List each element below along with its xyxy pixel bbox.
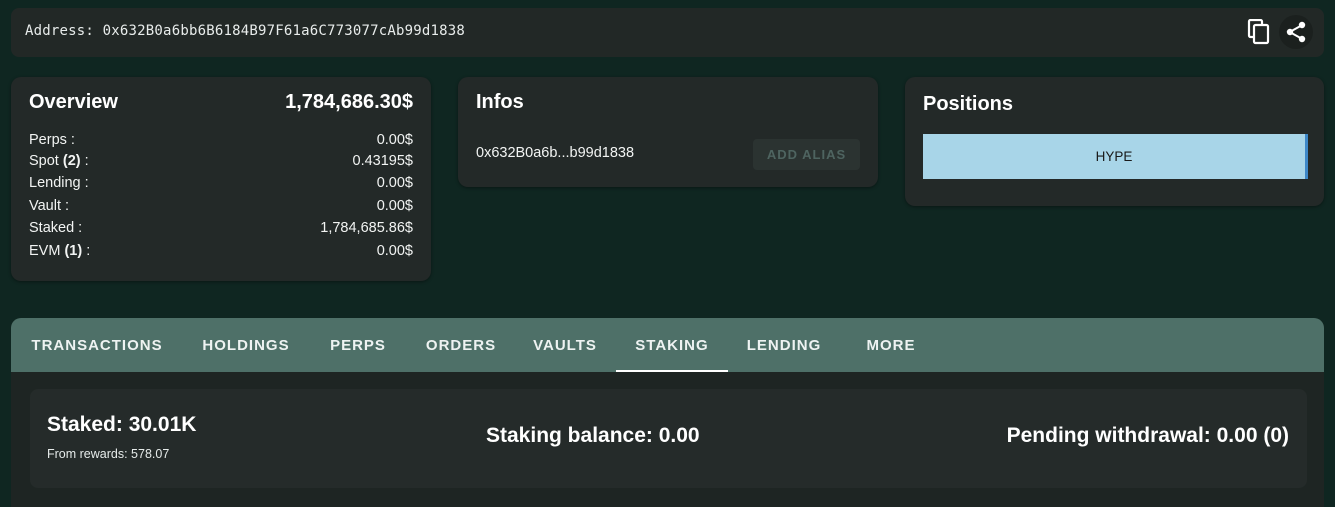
overview-row-staked: Staked : 1,784,685.86$: [29, 220, 413, 240]
positions-card: Positions HYPE: [905, 77, 1324, 206]
tab-lending[interactable]: LENDING: [734, 318, 834, 372]
tab-orders[interactable]: ORDERS: [411, 318, 511, 372]
staked-amount: Staked: 30.01K: [47, 413, 197, 436]
tab-vaults[interactable]: VAULTS: [517, 318, 613, 372]
overview-card: Overview 1,784,686.30$ Perps : 0.00$ Spo…: [11, 77, 431, 281]
row-value: 0.00$: [376, 198, 413, 214]
row-label: Vault :: [29, 198, 70, 214]
row-value: 1,784,685.86$: [320, 220, 413, 236]
row-label: Staked :: [29, 220, 83, 236]
short-address: 0x632B0a6b...b99d1838: [476, 145, 635, 161]
position-bar-hype[interactable]: HYPE: [923, 134, 1308, 179]
address-bar: Address: 0x632B0a6bb6B6184B97F61a6C77307…: [11, 8, 1324, 57]
row-value: 0.00$: [376, 175, 413, 191]
tab-more[interactable]: MORE: [847, 318, 935, 372]
infos-title: Infos: [476, 91, 524, 113]
overview-total: 1,784,686.30$: [285, 91, 413, 113]
row-value: 0.43195$: [352, 153, 413, 169]
row-label: Perps :: [29, 132, 75, 148]
copy-icon[interactable]: [1244, 17, 1274, 47]
pending-withdrawal: Pending withdrawal: 0.00 (0): [1006, 424, 1289, 447]
add-alias-button[interactable]: ADD ALIAS: [753, 139, 860, 170]
from-rewards: From rewards: 578.07: [47, 447, 170, 461]
row-label: EVM (1) :: [29, 243, 91, 259]
row-label: Lending :: [29, 175, 89, 191]
tab-holdings[interactable]: HOLDINGS: [187, 318, 305, 372]
row-value: 0.00$: [376, 243, 413, 259]
position-label: HYPE: [1095, 149, 1133, 164]
row-label: Spot (2) :: [29, 153, 89, 169]
staking-balance: Staking balance: 0.00: [486, 424, 700, 447]
address-text: Address: 0x632B0a6bb6B6184B97F61a6C77307…: [25, 23, 466, 39]
tab-transactions[interactable]: TRANSACTIONS: [19, 318, 175, 372]
tabs-panel: TRANSACTIONS HOLDINGS PERPS ORDERS VAULT…: [11, 318, 1324, 507]
overview-row-vault: Vault : 0.00$: [29, 198, 413, 218]
overview-row-perps: Perps : 0.00$: [29, 132, 413, 152]
tab-staking[interactable]: STAKING: [616, 318, 728, 372]
overview-title: Overview: [29, 91, 118, 113]
tab-perps[interactable]: PERPS: [313, 318, 403, 372]
positions-title: Positions: [923, 93, 1014, 115]
overview-row-spot: Spot (2) : 0.43195$: [29, 153, 413, 173]
overview-row-lending: Lending : 0.00$: [29, 175, 413, 195]
overview-row-evm: EVM (1) : 0.00$: [29, 243, 413, 263]
tab-bar: TRANSACTIONS HOLDINGS PERPS ORDERS VAULT…: [11, 318, 1324, 372]
row-value: 0.00$: [376, 132, 413, 148]
staking-summary: Staked: 30.01K From rewards: 578.07 Stak…: [30, 389, 1307, 488]
share-icon[interactable]: [1279, 15, 1313, 49]
infos-card: Infos 0x632B0a6b...b99d1838 ADD ALIAS: [458, 77, 878, 187]
